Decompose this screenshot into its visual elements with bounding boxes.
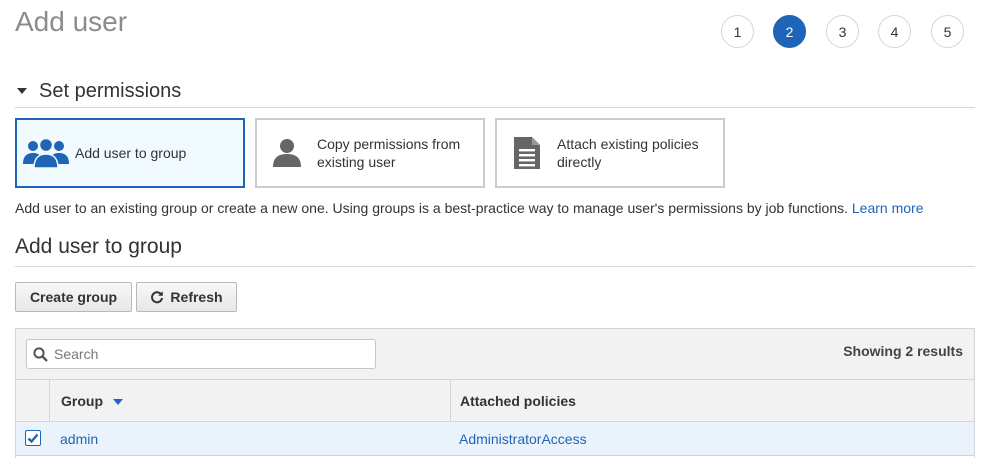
column-header-group[interactable]: Group (61, 380, 441, 421)
create-group-button[interactable]: Create group (15, 282, 132, 312)
checkmark-icon (27, 433, 39, 444)
user-icon (257, 137, 317, 169)
group-name-link[interactable]: admin (60, 422, 98, 455)
section-title: Set permissions (39, 79, 182, 102)
table-row[interactable]: admin AdministratorAccess (16, 422, 974, 456)
column-header-policies[interactable]: Attached policies (460, 380, 860, 421)
search-icon (33, 346, 48, 362)
step-2[interactable]: 2 (773, 15, 806, 48)
step-5[interactable]: 5 (931, 15, 964, 48)
step-3[interactable]: 3 (826, 15, 859, 48)
refresh-button[interactable]: Refresh (136, 282, 237, 312)
divider (15, 266, 975, 267)
results-count: Showing 2 results (843, 343, 963, 359)
search-input[interactable] (52, 345, 356, 363)
option-copy-permissions[interactable]: Copy permissions from existing user (255, 118, 485, 188)
set-permissions-toggle[interactable]: Set permissions (15, 78, 181, 104)
row-checkbox[interactable] (25, 430, 41, 446)
permissions-description: Add user to an existing group or create … (15, 200, 923, 216)
option-label: Copy permissions from existing user (317, 136, 461, 170)
groups-table: Showing 2 results Group Attached policie… (15, 328, 975, 458)
refresh-icon (150, 290, 164, 304)
page-title: Add user (15, 6, 128, 37)
group-section-title: Add user to group (15, 235, 182, 258)
policy-link[interactable]: AdministratorAccess (459, 422, 587, 455)
document-icon (497, 135, 557, 171)
column-divider (450, 380, 451, 421)
refresh-label: Refresh (170, 289, 223, 305)
learn-more-link[interactable]: Learn more (852, 200, 924, 216)
table-header: Group Attached policies (16, 380, 974, 422)
divider (15, 107, 975, 108)
search-box[interactable] (26, 339, 376, 369)
step-4[interactable]: 4 (878, 15, 911, 48)
option-attach-policies[interactable]: Attach existing policies directly (495, 118, 725, 188)
table-toolbar: Showing 2 results (16, 329, 974, 380)
caret-down-icon (17, 88, 27, 94)
option-label: Add user to group (75, 145, 187, 161)
create-group-label: Create group (29, 289, 118, 305)
option-label: Attach existing policies directly (557, 136, 699, 170)
option-add-user-to-group[interactable]: Add user to group (15, 118, 245, 188)
sort-caret-down-icon (113, 398, 123, 405)
column-header-label: Group (61, 392, 103, 409)
column-divider (49, 380, 50, 421)
users-group-icon (17, 137, 75, 169)
description-text: Add user to an existing group or create … (15, 200, 848, 216)
step-1[interactable]: 1 (721, 15, 754, 48)
